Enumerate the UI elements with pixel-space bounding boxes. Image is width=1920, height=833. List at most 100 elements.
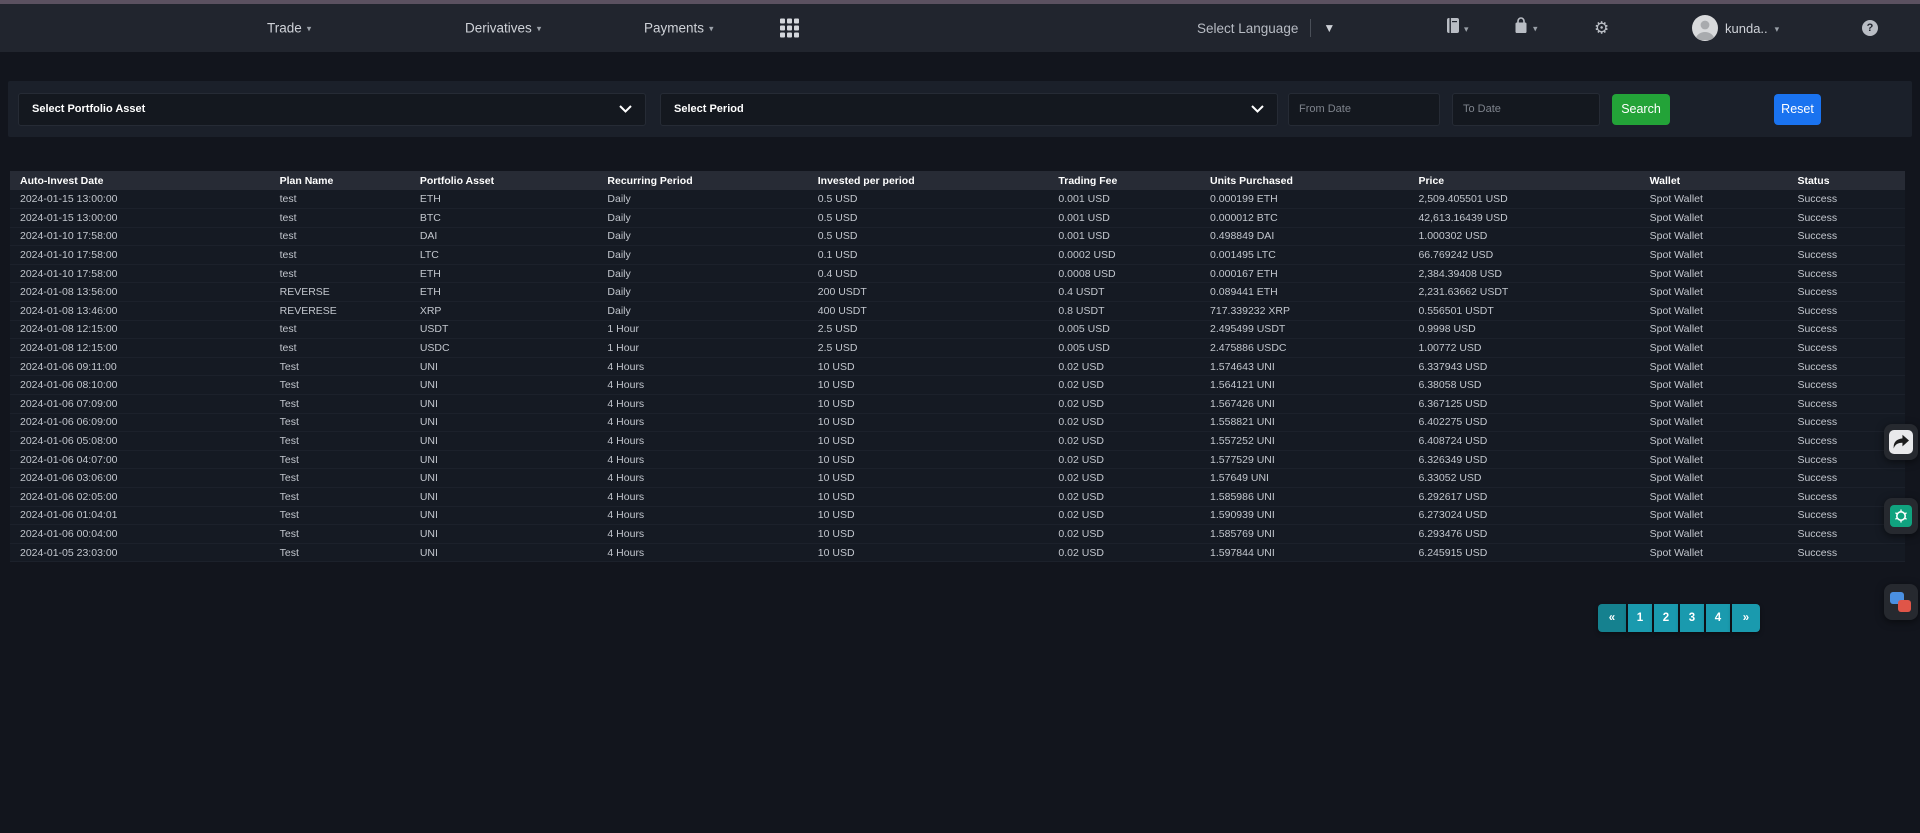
cell-date: 2024-01-08 12:15:00 bbox=[10, 339, 270, 358]
cell-status: Success bbox=[1787, 543, 1905, 562]
wallet-menu[interactable]: ▾ bbox=[1513, 17, 1538, 40]
cell-invested: 2.5 USD bbox=[808, 320, 1049, 339]
share-extension-button[interactable] bbox=[1884, 424, 1918, 460]
cell-units-purchased: 0.089441 ETH bbox=[1200, 283, 1408, 302]
language-selector[interactable]: Select Language ▼ bbox=[1197, 19, 1335, 37]
table-row[interactable]: 2024-01-15 13:00:00 test ETH Daily 0.5 U… bbox=[10, 190, 1905, 209]
cell-date: 2024-01-06 06:09:00 bbox=[10, 413, 270, 432]
table-row[interactable]: 2024-01-06 01:04:01 Test UNI 4 Hours 10 … bbox=[10, 506, 1905, 525]
table-row[interactable]: 2024-01-10 17:58:00 test ETH Daily 0.4 U… bbox=[10, 264, 1905, 283]
chat-extension-button[interactable] bbox=[1884, 584, 1918, 620]
cell-portfolio-asset: USDC bbox=[410, 339, 598, 358]
cell-date: 2024-01-10 17:58:00 bbox=[10, 227, 270, 246]
cell-plan-name: test bbox=[270, 190, 410, 209]
table-row[interactable]: 2024-01-15 13:00:00 test BTC Daily 0.5 U… bbox=[10, 209, 1905, 228]
notebook-icon bbox=[1445, 17, 1460, 39]
table-row[interactable]: 2024-01-06 00:04:00 Test UNI 4 Hours 10 … bbox=[10, 525, 1905, 544]
cell-date: 2024-01-06 07:09:00 bbox=[10, 395, 270, 414]
cell-wallet: Spot Wallet bbox=[1640, 283, 1788, 302]
table-row[interactable]: 2024-01-08 12:15:00 test USDC 1 Hour 2.5… bbox=[10, 339, 1905, 358]
pagination-prev-button[interactable]: « bbox=[1598, 604, 1626, 632]
cell-price: 6.408724 USD bbox=[1408, 432, 1639, 451]
chatgpt-extension-button[interactable] bbox=[1884, 498, 1918, 534]
table-row[interactable]: 2024-01-08 13:56:00 REVERSE ETH Daily 20… bbox=[10, 283, 1905, 302]
cell-price: 6.402275 USD bbox=[1408, 413, 1639, 432]
nav-item-derivatives[interactable]: Derivatives ▾ bbox=[465, 21, 541, 36]
cell-units-purchased: 1.577529 UNI bbox=[1200, 450, 1408, 469]
pagination-page-button[interactable]: 1 bbox=[1628, 604, 1652, 632]
cell-invested: 10 USD bbox=[808, 525, 1049, 544]
to-date-input[interactable]: To Date bbox=[1452, 93, 1600, 126]
period-select[interactable]: Select Period bbox=[660, 93, 1278, 126]
cell-recurring-period: Daily bbox=[597, 227, 807, 246]
apps-grid-icon[interactable] bbox=[780, 19, 799, 38]
cell-portfolio-asset: BTC bbox=[410, 209, 598, 228]
cell-portfolio-asset: UNI bbox=[410, 543, 598, 562]
table-row[interactable]: 2024-01-06 05:08:00 Test UNI 4 Hours 10 … bbox=[10, 432, 1905, 451]
table-row[interactable]: 2024-01-06 02:05:00 Test UNI 4 Hours 10 … bbox=[10, 488, 1905, 507]
table-row[interactable]: 2024-01-06 06:09:00 Test UNI 4 Hours 10 … bbox=[10, 413, 1905, 432]
cell-units-purchased: 1.585769 UNI bbox=[1200, 525, 1408, 544]
table-row[interactable]: 2024-01-06 07:09:00 Test UNI 4 Hours 10 … bbox=[10, 395, 1905, 414]
cell-date: 2024-01-06 05:08:00 bbox=[10, 432, 270, 451]
cell-units-purchased: 717.339232 XRP bbox=[1200, 302, 1408, 321]
cell-trading-fee: 0.001 USD bbox=[1048, 209, 1200, 228]
cell-plan-name: Test bbox=[270, 469, 410, 488]
table-row[interactable]: 2024-01-08 12:15:00 test USDT 1 Hour 2.5… bbox=[10, 320, 1905, 339]
cell-status: Success bbox=[1787, 227, 1905, 246]
cell-price: 6.326349 USD bbox=[1408, 450, 1639, 469]
search-button[interactable]: Search bbox=[1612, 94, 1670, 125]
cell-trading-fee: 0.02 USD bbox=[1048, 506, 1200, 525]
cell-price: 2,384.39408 USD bbox=[1408, 264, 1639, 283]
table-row[interactable]: 2024-01-06 04:07:00 Test UNI 4 Hours 10 … bbox=[10, 450, 1905, 469]
reset-button[interactable]: Reset bbox=[1774, 94, 1821, 125]
cell-plan-name: Test bbox=[270, 395, 410, 414]
cell-wallet: Spot Wallet bbox=[1640, 227, 1788, 246]
orders-menu[interactable]: ▾ bbox=[1445, 17, 1469, 39]
cell-wallet: Spot Wallet bbox=[1640, 432, 1788, 451]
cell-recurring-period: 4 Hours bbox=[597, 395, 807, 414]
nav-item-trade[interactable]: Trade ▾ bbox=[267, 21, 311, 36]
help-icon[interactable]: ? bbox=[1862, 20, 1878, 36]
portfolio-asset-select[interactable]: Select Portfolio Asset bbox=[18, 93, 646, 126]
caret-down-icon: ▾ bbox=[1533, 24, 1538, 35]
nav-item-label: Derivatives bbox=[465, 21, 532, 36]
pagination-page-button[interactable]: 4 bbox=[1706, 604, 1730, 632]
table-row[interactable]: 2024-01-06 09:11:00 Test UNI 4 Hours 10 … bbox=[10, 357, 1905, 376]
cell-invested: 0.5 USD bbox=[808, 190, 1049, 209]
table-row[interactable]: 2024-01-10 17:58:00 test DAI Daily 0.5 U… bbox=[10, 227, 1905, 246]
table-row[interactable]: 2024-01-05 23:03:00 Test UNI 4 Hours 10 … bbox=[10, 543, 1905, 562]
user-menu[interactable]: kunda.. ▾ bbox=[1692, 15, 1779, 41]
auto-invest-history-table: Auto-Invest Date Plan Name Portfolio Ass… bbox=[10, 171, 1905, 562]
from-date-input[interactable]: From Date bbox=[1288, 93, 1440, 126]
column-header: Auto-Invest Date bbox=[10, 171, 270, 190]
cell-invested: 10 USD bbox=[808, 413, 1049, 432]
cell-price: 6.273024 USD bbox=[1408, 506, 1639, 525]
pagination-next-button[interactable]: » bbox=[1732, 604, 1760, 632]
table-row[interactable]: 2024-01-10 17:58:00 test LTC Daily 0.1 U… bbox=[10, 246, 1905, 265]
cell-units-purchased: 1.597844 UNI bbox=[1200, 543, 1408, 562]
cell-status: Success bbox=[1787, 302, 1905, 321]
pagination-page-button[interactable]: 2 bbox=[1654, 604, 1678, 632]
cell-units-purchased: 2.495499 USDT bbox=[1200, 320, 1408, 339]
table-row[interactable]: 2024-01-06 03:06:00 Test UNI 4 Hours 10 … bbox=[10, 469, 1905, 488]
cell-status: Success bbox=[1787, 264, 1905, 283]
table-row[interactable]: 2024-01-06 08:10:00 Test UNI 4 Hours 10 … bbox=[10, 376, 1905, 395]
settings-gear-icon[interactable]: ⚙ bbox=[1594, 20, 1609, 37]
pagination-page-button[interactable]: 3 bbox=[1680, 604, 1704, 632]
cell-wallet: Spot Wallet bbox=[1640, 525, 1788, 544]
table-row[interactable]: 2024-01-08 13:46:00 REVERESE XRP Daily 4… bbox=[10, 302, 1905, 321]
column-header: Portfolio Asset bbox=[410, 171, 598, 190]
nav-item-payments[interactable]: Payments ▾ bbox=[644, 21, 714, 36]
cell-units-purchased: 1.585986 UNI bbox=[1200, 488, 1408, 507]
cell-portfolio-asset: USDT bbox=[410, 320, 598, 339]
cell-plan-name: test bbox=[270, 320, 410, 339]
cell-trading-fee: 0.02 USD bbox=[1048, 395, 1200, 414]
cell-price: 1.00772 USD bbox=[1408, 339, 1639, 358]
cell-wallet: Spot Wallet bbox=[1640, 469, 1788, 488]
cell-invested: 10 USD bbox=[808, 432, 1049, 451]
cell-invested: 10 USD bbox=[808, 469, 1049, 488]
cell-price: 6.292617 USD bbox=[1408, 488, 1639, 507]
cell-date: 2024-01-06 04:07:00 bbox=[10, 450, 270, 469]
cell-wallet: Spot Wallet bbox=[1640, 488, 1788, 507]
